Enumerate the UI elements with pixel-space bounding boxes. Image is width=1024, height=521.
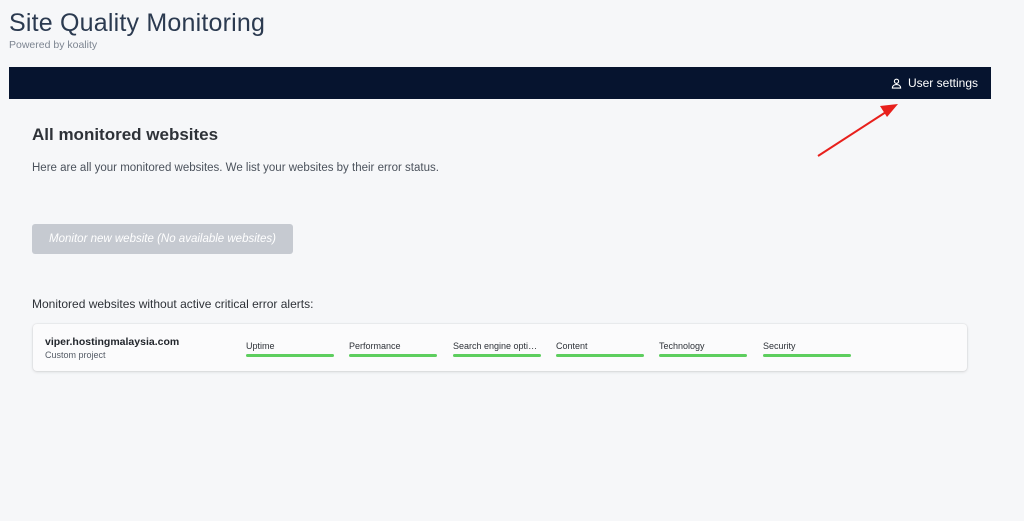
- section-label: Monitored websites without active critic…: [32, 297, 314, 311]
- metric-label: Technology: [659, 341, 705, 351]
- metric-content[interactable]: Content: [556, 340, 645, 357]
- top-navigation-bar: User settings: [9, 67, 991, 99]
- user-icon: [891, 78, 902, 89]
- page: Site Quality Monitoring Powered by koali…: [0, 0, 1024, 521]
- metric-label: Search engine optim...: [453, 341, 542, 351]
- monitor-new-website-button[interactable]: Monitor new website (No available websit…: [32, 224, 293, 254]
- page-title: All monitored websites: [32, 125, 219, 144]
- metric-status-bar: [763, 354, 851, 357]
- metric-status-bar: [349, 354, 437, 357]
- metric-uptime[interactable]: Uptime: [246, 340, 335, 357]
- app-header: Site Quality Monitoring Powered by koali…: [9, 8, 265, 51]
- metric-status-bar: [246, 354, 334, 357]
- metric-label: Content: [556, 341, 588, 351]
- metric-label: Uptime: [246, 341, 275, 351]
- metric-performance[interactable]: Performance: [349, 340, 438, 357]
- user-settings-button[interactable]: User settings: [891, 67, 978, 99]
- app-title: Site Quality Monitoring: [9, 9, 266, 37]
- website-project: Custom project: [45, 350, 106, 360]
- monitor-new-website-label: Monitor new website (No available websit…: [49, 233, 276, 245]
- metric-seo[interactable]: Search engine optim...: [453, 340, 542, 357]
- metric-label: Performance: [349, 341, 401, 351]
- metric-security[interactable]: Security: [763, 340, 852, 357]
- user-settings-label: User settings: [907, 76, 978, 90]
- metric-technology[interactable]: Technology: [659, 340, 748, 357]
- website-card[interactable]: viper.hostingmalaysia.com Custom project…: [33, 324, 967, 371]
- page-description: Here are all your monitored websites. We…: [32, 162, 439, 174]
- website-name: viper.hostingmalaysia.com: [45, 336, 180, 348]
- metric-status-bar: [659, 354, 747, 357]
- metric-status-bar: [556, 354, 644, 357]
- app-subtitle: Powered by koality: [9, 39, 98, 51]
- metric-status-bar: [453, 354, 541, 357]
- metric-label: Security: [763, 341, 796, 351]
